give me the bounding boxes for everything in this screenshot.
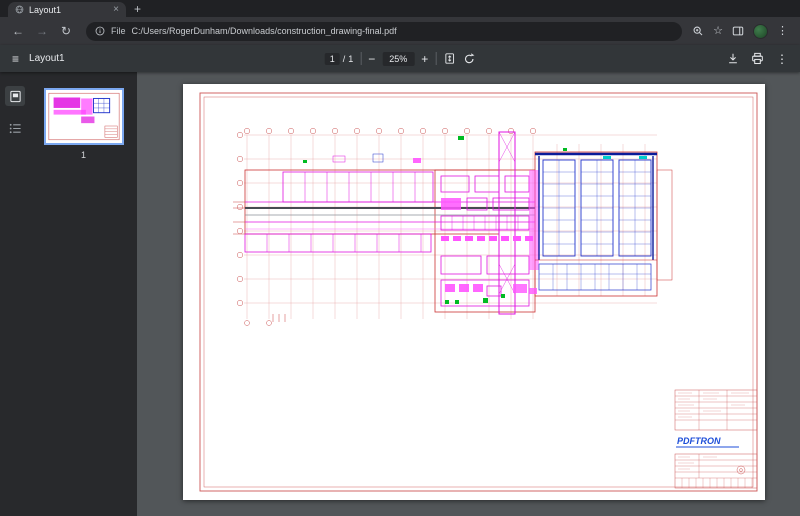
tab-strip: Layout1 × + (0, 0, 800, 17)
pdf-page: PDFTRON (183, 84, 765, 500)
download-icon[interactable] (727, 52, 739, 65)
page-indicator: 1 / 1 (325, 53, 354, 65)
address-bar: ← → ↻ File C:/Users/RogerDunham/Download… (0, 17, 800, 45)
url-scheme-label: File (111, 26, 126, 36)
forward-icon[interactable]: → (32, 21, 52, 41)
toolbar-divider (360, 52, 361, 65)
side-panel-icon[interactable] (732, 25, 744, 37)
rotate-icon[interactable] (462, 52, 475, 65)
pdf-toolbar-center: 1 / 1 − 25% + (325, 52, 476, 66)
sidebar-icon-strip (0, 72, 30, 516)
document-outline-button[interactable] (5, 118, 25, 138)
pdf-toolbar: ≡ Layout1 1 / 1 − 25% + ⋮ (0, 45, 800, 72)
toolbar-divider (435, 52, 436, 65)
zoom-icon[interactable] (692, 25, 704, 37)
tab-close-icon[interactable]: × (113, 5, 119, 15)
page-separator: / (343, 54, 346, 64)
back-icon[interactable]: ← (8, 21, 28, 41)
pdf-document-title: Layout1 (29, 53, 65, 64)
outline-icon (9, 122, 22, 135)
zoom-level-value: 25% (382, 52, 414, 66)
bookmark-star-icon[interactable]: ☆ (713, 26, 723, 37)
tab-favicon-globe-icon (15, 5, 24, 14)
new-tab-button[interactable]: + (126, 2, 149, 17)
thumbnail-page-number: 1 (81, 150, 86, 160)
zoom-in-icon[interactable]: + (421, 53, 428, 65)
pdf-viewport[interactable]: PDFTRON (137, 72, 800, 516)
page-thumbnail-preview (46, 90, 122, 143)
thumbnails-icon (9, 90, 22, 103)
profile-avatar[interactable] (753, 24, 768, 39)
pdf-toolbar-right: ⋮ (727, 52, 788, 65)
info-icon[interactable] (95, 26, 105, 36)
pdf-sidebar: 1 (0, 72, 137, 516)
page-number-input[interactable]: 1 (325, 53, 340, 65)
url-text: C:/Users/RogerDunham/Downloads/construct… (132, 26, 397, 36)
zoom-out-icon[interactable]: − (368, 53, 375, 65)
pdf-content-area: 1 (0, 72, 800, 516)
reload-icon[interactable]: ↻ (56, 21, 76, 41)
page-thumbnail[interactable] (44, 88, 124, 145)
pdf-menu-icon[interactable]: ≡ (12, 53, 19, 65)
page-total: 1 (348, 54, 353, 64)
thumbnails-panel-button[interactable] (5, 86, 25, 106)
print-icon[interactable] (751, 52, 764, 65)
omnibox[interactable]: File C:/Users/RogerDunham/Downloads/cons… (86, 22, 682, 41)
thumbnail-panel: 1 (30, 72, 137, 516)
pdf-more-kebab-icon[interactable]: ⋮ (776, 53, 788, 65)
browser-tab[interactable]: Layout1 × (8, 2, 126, 17)
titleblock-logo: PDFTRON (677, 436, 721, 446)
fit-page-icon[interactable] (443, 52, 455, 65)
browser-menu-kebab-icon[interactable]: ⋮ (777, 26, 788, 37)
address-bar-actions: ☆ ⋮ (692, 24, 792, 39)
construction-drawing: PDFTRON (183, 84, 765, 500)
tab-title: Layout1 (29, 5, 108, 15)
